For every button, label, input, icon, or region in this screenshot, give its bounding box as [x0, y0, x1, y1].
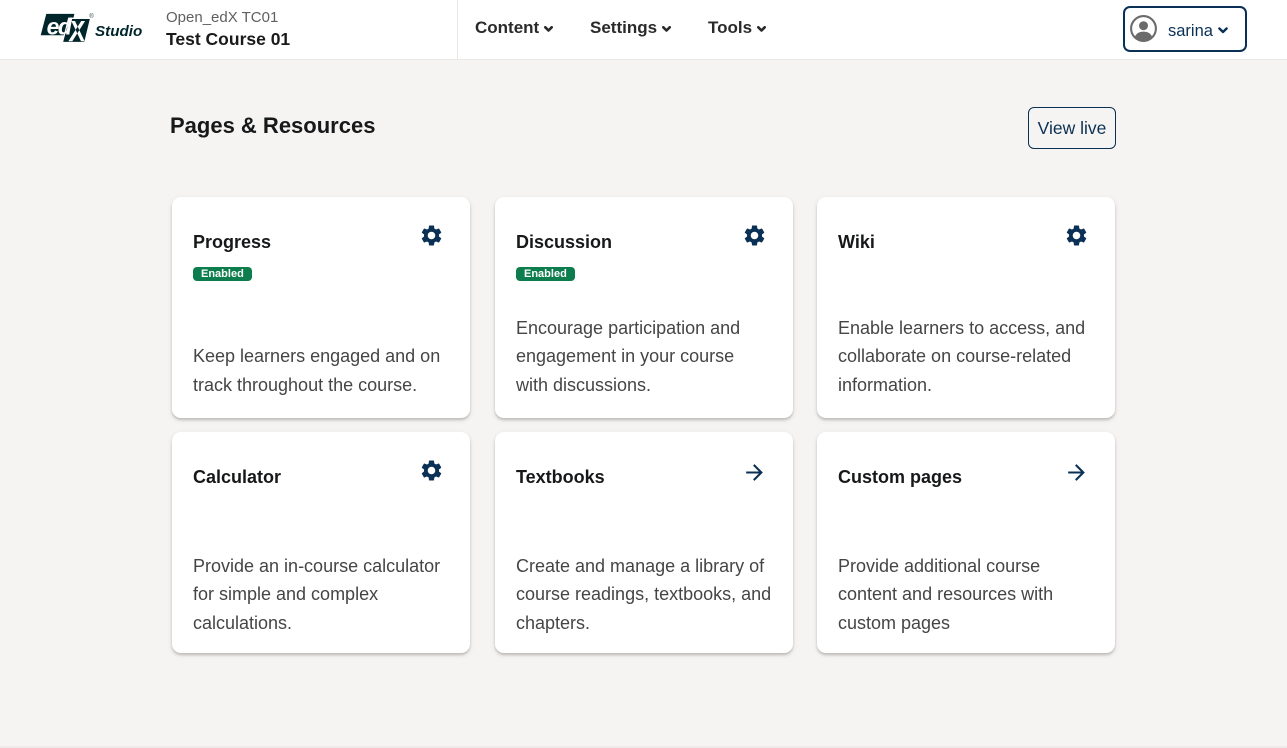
svg-text:ed: ed	[47, 14, 73, 40]
svg-text:®: ®	[89, 13, 94, 20]
svg-text:Studio: Studio	[95, 23, 142, 40]
